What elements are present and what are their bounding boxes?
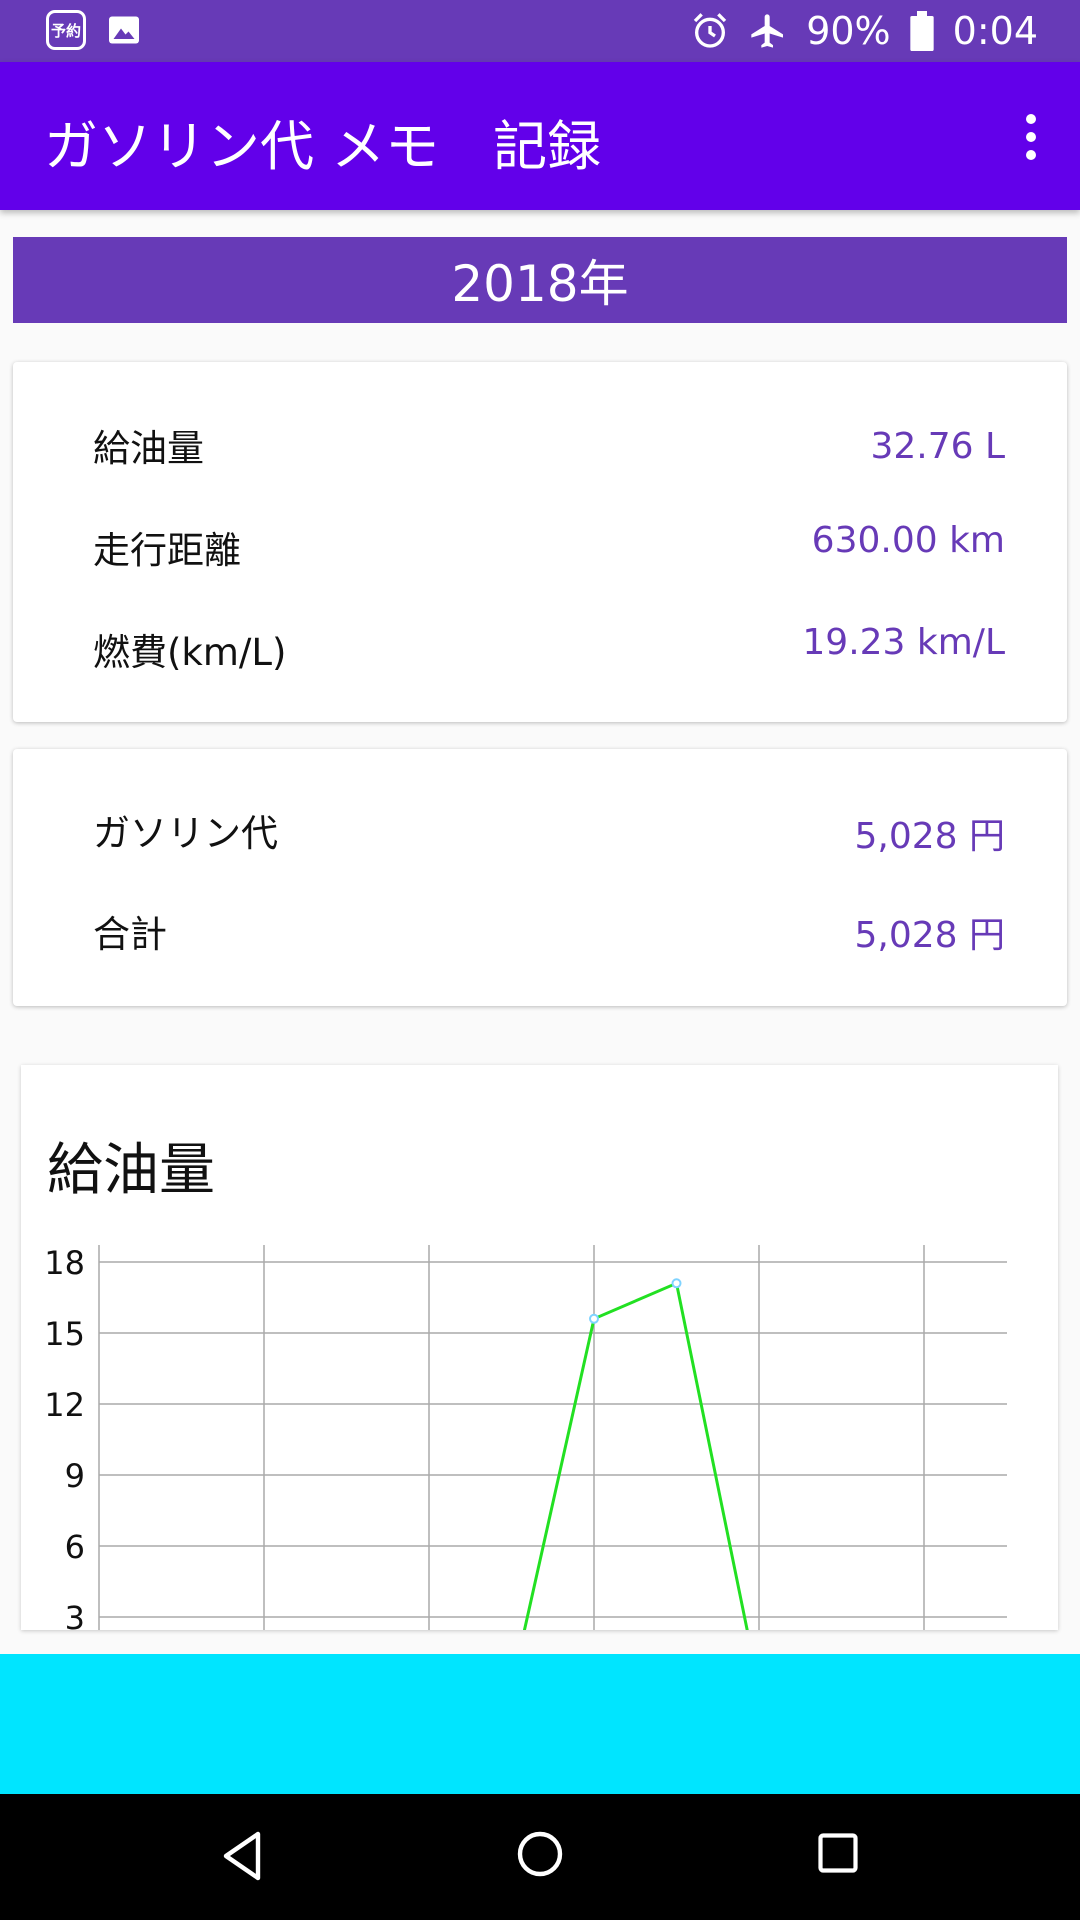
fuel-chart-card: 給油量 18 15 12 9 6 3 — [21, 1065, 1058, 1630]
fuel-line-chart: 18 15 12 9 6 3 — [44, 1244, 1007, 1630]
stat-row-distance: 走行距離 630.00 km — [13, 520, 1067, 580]
reservation-icon: 予約 — [46, 10, 86, 50]
data-point — [589, 1313, 599, 1324]
cost-row-gasoline: ガソリン代 5,028 円 — [13, 803, 1067, 863]
more-vert-icon[interactable] — [1016, 114, 1046, 160]
alarm-icon — [694, 13, 727, 48]
y-tick-label: 18 — [44, 1244, 85, 1282]
stat-value: 630.00 km — [811, 520, 1005, 561]
cost-row-total: 合計 5,028 円 — [13, 904, 1067, 964]
nav-bar — [0, 1794, 1080, 1920]
cost-value: 5,028 円 — [854, 816, 1005, 857]
status-bar: 予約 90% 0:04 — [0, 0, 1080, 62]
year-selector[interactable]: 2018年 — [13, 237, 1067, 323]
menu-dot — [1026, 114, 1036, 124]
ad-banner[interactable] — [0, 1654, 1080, 1794]
status-left-icons: 予約 — [46, 10, 142, 50]
cost-label: ガソリン代 — [93, 812, 278, 855]
status-right-icons: 90% 0:04 — [690, 0, 1038, 62]
y-tick-label: 3 — [65, 1599, 85, 1630]
recents-icon[interactable] — [817, 1832, 859, 1874]
stat-value: 19.23 km/L — [802, 622, 1005, 663]
y-tick-label: 15 — [44, 1315, 85, 1353]
cost-label: 合計 — [93, 913, 167, 956]
app-bar: ガソリン代 メモ 記録 — [0, 62, 1080, 210]
battery-percent: 90% — [806, 9, 891, 53]
menu-dot — [1026, 150, 1036, 160]
fuel-stats-card: 給油量 32.76 L 走行距離 630.00 km 燃費(km/L) 19.2… — [13, 362, 1067, 722]
stat-label: 給油量 — [93, 427, 204, 470]
battery-icon — [909, 11, 934, 51]
home-icon[interactable] — [516, 1830, 564, 1878]
back-icon[interactable] — [218, 1830, 266, 1882]
airplane-icon — [751, 14, 784, 48]
stat-label: 燃費(km/L) — [93, 631, 287, 674]
image-icon — [109, 16, 139, 44]
stat-row-efficiency: 燃費(km/L) 19.23 km/L — [13, 622, 1067, 682]
stat-row-fuel-amount: 給油量 32.76 L — [13, 418, 1067, 478]
y-tick-label: 12 — [44, 1386, 85, 1424]
app-title: ガソリン代 メモ 記録 — [44, 115, 602, 178]
cost-card: ガソリン代 5,028 円 合計 5,028 円 — [13, 749, 1067, 1006]
cost-value: 5,028 円 — [854, 915, 1005, 956]
stat-value: 32.76 L — [870, 426, 1005, 467]
data-point — [671, 1278, 682, 1289]
y-tick-label: 6 — [65, 1528, 85, 1566]
y-tick-label: 9 — [65, 1457, 85, 1495]
menu-dot — [1026, 132, 1036, 142]
clock: 0:04 — [952, 9, 1038, 53]
stat-label: 走行距離 — [93, 529, 241, 572]
